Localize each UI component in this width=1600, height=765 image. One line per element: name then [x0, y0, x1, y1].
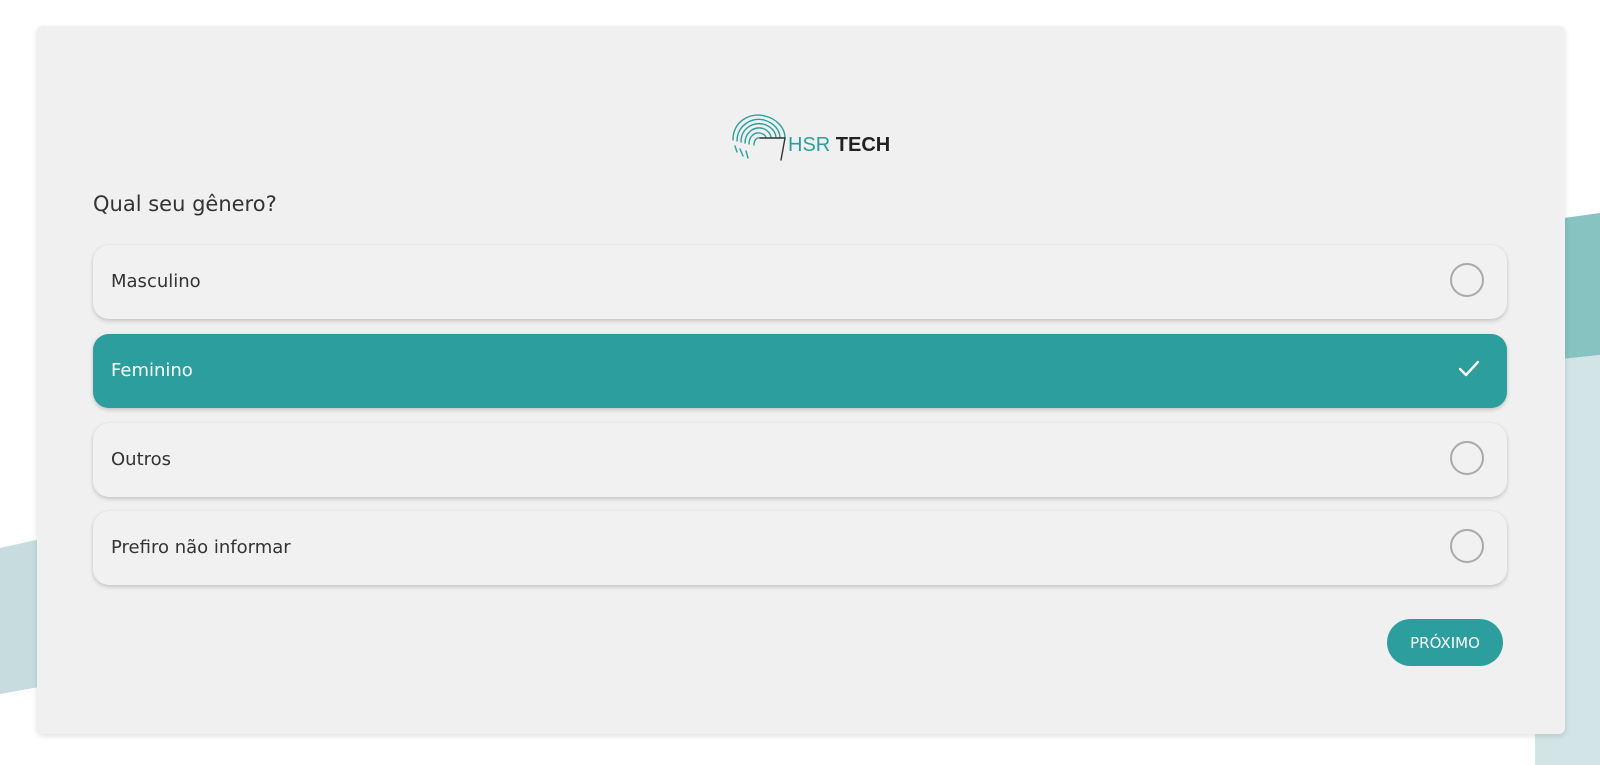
brand-logo: HSR TECH [727, 82, 927, 162]
option-label: Outros [111, 449, 172, 470]
option-masculino[interactable]: Masculino [93, 245, 1507, 319]
option-prefiro-nao-informar[interactable]: Prefiro não informar [93, 511, 1507, 585]
radio-empty-icon[interactable] [1450, 263, 1484, 297]
option-label: Masculino [111, 271, 201, 292]
option-feminino[interactable]: Feminino [93, 334, 1507, 408]
option-outros[interactable]: Outros [93, 423, 1507, 497]
brand-wordmark: HSR TECH [788, 134, 890, 157]
radio-empty-icon[interactable] [1450, 529, 1484, 563]
radio-empty-icon[interactable] [1450, 441, 1484, 475]
fingerprint-wave-icon [732, 114, 786, 161]
brand-name-tech: TECH [835, 134, 891, 156]
brand-name-hsr: HSR [788, 134, 831, 156]
option-label: Prefiro não informar [111, 537, 291, 558]
survey-card: HSR TECH Qual seu gênero? Masculino Femi… [37, 26, 1565, 734]
next-button[interactable]: PRÓXIMO [1387, 619, 1503, 666]
page: HSR TECH Qual seu gênero? Masculino Femi… [0, 0, 1600, 765]
question-title: Qual seu gênero? [93, 192, 277, 216]
option-label: Feminino [111, 360, 193, 381]
checkmark-icon [1458, 360, 1480, 377]
